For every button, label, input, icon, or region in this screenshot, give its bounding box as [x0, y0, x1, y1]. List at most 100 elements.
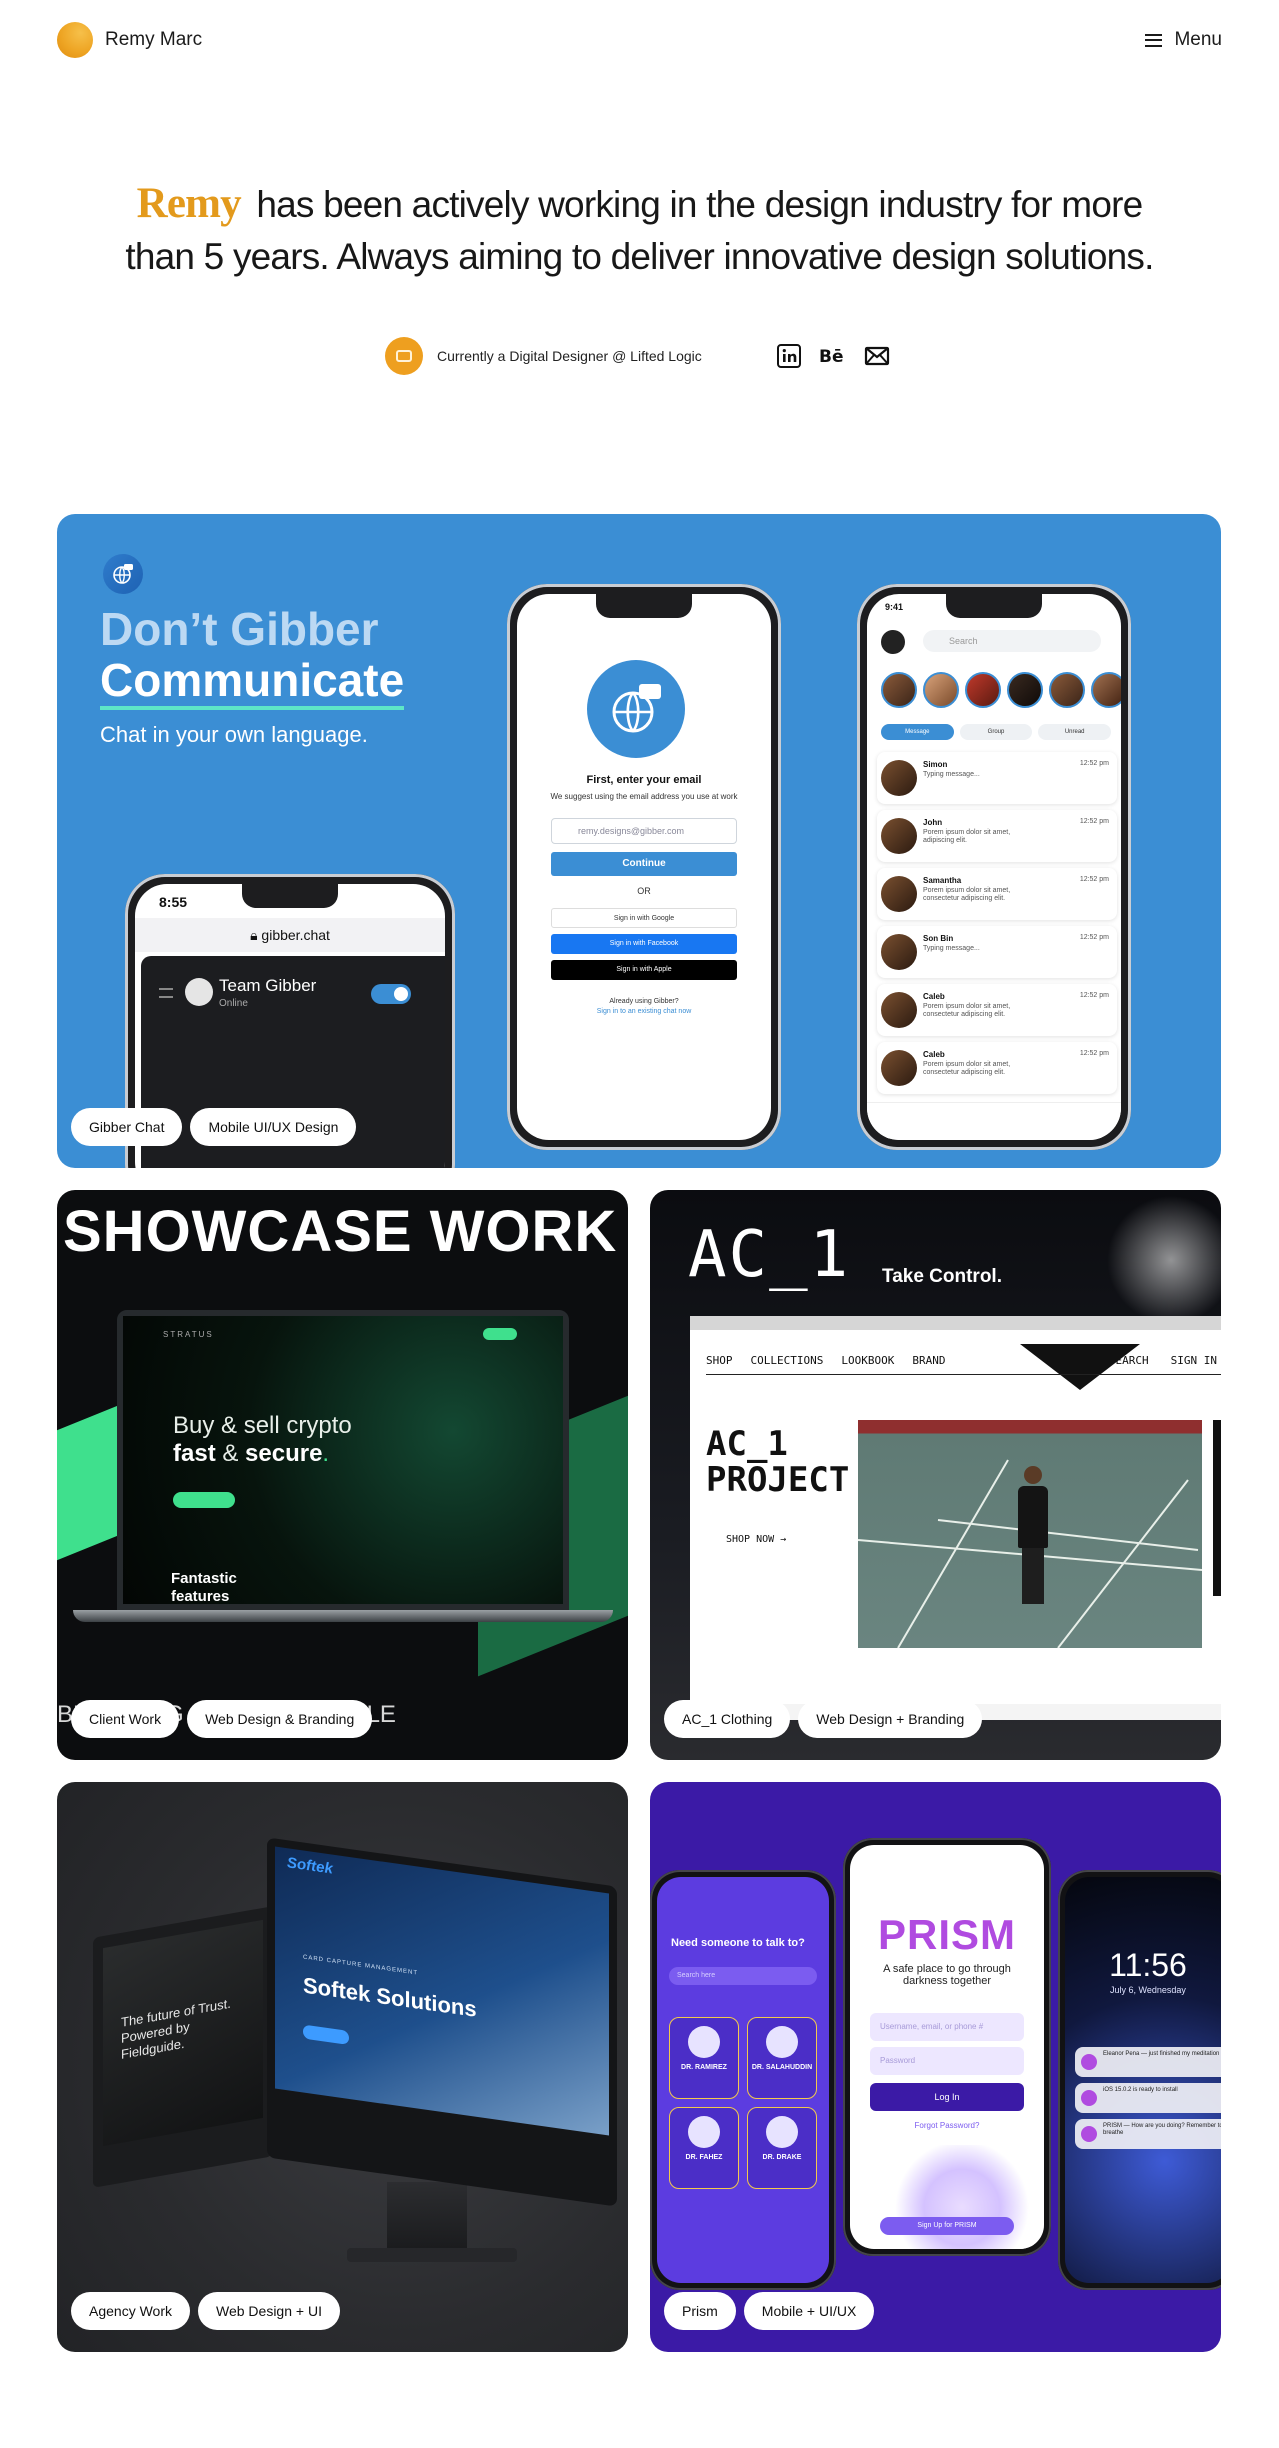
- prism-logo: PRISM: [877, 1911, 1016, 1958]
- tag-category[interactable]: Web Design + UI: [198, 2292, 340, 2330]
- project-card-softek[interactable]: The future of Trust. Powered by Fieldgui…: [57, 1782, 628, 2352]
- team-name: Team Gibber: [219, 976, 317, 995]
- monitor-right: Softek CARD CAPTURE MANAGEMENT Softek So…: [267, 1837, 617, 2207]
- nav-brand: BRAND: [912, 1354, 946, 1367]
- lock-date: July 6, Wednesday: [1110, 1985, 1186, 1995]
- project-tags: Agency Work Web Design + UI: [71, 2292, 340, 2330]
- tennis-court-photo: [858, 1420, 1202, 1648]
- brand-link[interactable]: Remy Marc: [57, 22, 202, 58]
- mail-icon[interactable]: [863, 342, 891, 370]
- current-role-text: Currently a Digital Designer @ Lifted Lo…: [437, 348, 702, 364]
- model-figure: [1018, 1466, 1048, 1606]
- team-toggle: [371, 984, 411, 1004]
- team-status: Online: [219, 998, 248, 1009]
- tag-category[interactable]: Mobile UI/UX Design: [190, 1108, 357, 1146]
- prism-signup-button: Sign Up for PRISM: [880, 2217, 1014, 2235]
- story-row: [881, 672, 1121, 708]
- chat-time: 12:52 pm: [1079, 760, 1109, 767]
- tag-category[interactable]: Web Design & Branding: [187, 1700, 373, 1738]
- softek-cta: [303, 2024, 349, 2045]
- linkedin-icon[interactable]: [775, 342, 803, 370]
- ac1-nav-mark: [1020, 1344, 1140, 1390]
- tag-client[interactable]: Client Work: [71, 1700, 180, 1738]
- tag-category[interactable]: Web Design + Branding: [798, 1700, 983, 1738]
- phone-mockup-doctors: Need someone to talk to? Search here DR.…: [650, 1870, 836, 2290]
- project-card-showcase[interactable]: SHOWCASE WORK STRATUS Buy & sell crypto f…: [57, 1190, 628, 1760]
- list-item: Caleb Porem ipsum dolor sit amet, consect…: [877, 984, 1117, 1036]
- chat-time: 12:52 pm: [1079, 876, 1109, 883]
- doctor-card: DR. RAMIREZ: [669, 2017, 739, 2099]
- status-time: 9:41: [885, 602, 904, 612]
- svg-text:Bē: Bē: [819, 347, 844, 367]
- notification: PRISM — How are you doing? Remember to b…: [1075, 2119, 1221, 2149]
- social-links: Bē: [775, 342, 891, 370]
- chat-message: Porem ipsum dolor sit amet, consectetur …: [923, 1061, 1011, 1076]
- tag-client[interactable]: AC_1 Clothing: [664, 1700, 791, 1738]
- behance-icon[interactable]: Bē: [819, 342, 847, 370]
- login-subtitle: We suggest using the email address you u…: [550, 792, 738, 801]
- chat-message: Typing message...: [923, 945, 980, 952]
- story-avatar: [1007, 672, 1043, 708]
- hero-highlight-name: Remy: [136, 180, 242, 227]
- softek-heading: Softek Solutions: [303, 1972, 477, 2022]
- laptop-features: Fantastic features: [171, 1570, 237, 1605]
- nav-collections: COLLECTIONS: [750, 1354, 824, 1367]
- gibber-title-line-1: Don’t Gibber: [100, 603, 379, 655]
- sign-in-facebook-button: Sign in with Facebook: [551, 934, 737, 954]
- project-tags: AC_1 Clothing Web Design + Branding: [664, 1700, 983, 1738]
- or-divider: OR: [637, 886, 651, 896]
- nav-shop: SHOP: [706, 1354, 733, 1367]
- menu-button[interactable]: Menu: [1145, 29, 1222, 51]
- laptop-nav-pill: [483, 1328, 517, 1340]
- story-avatar: [1091, 672, 1121, 708]
- chat-search-input: Search: [923, 630, 1101, 652]
- continue-button: Continue: [551, 852, 737, 876]
- list-item: John Porem ipsum dolor sit amet, adipisci…: [877, 810, 1117, 862]
- chat-name: John: [923, 818, 943, 827]
- doctor-name: DR. RAMIREZ: [681, 2064, 727, 2071]
- nav-sign-in: SIGN IN: [1170, 1354, 1217, 1367]
- project-card-ac1[interactable]: AC_1 Take Control. SHOP COLLECTIONS LOOKBO…: [650, 1190, 1221, 1760]
- notification: Eleanor Pena — just finished my meditati…: [1075, 2047, 1221, 2077]
- status-time: 8:55: [159, 894, 188, 910]
- laptop-heading-dot: .: [322, 1440, 330, 1467]
- laptop-cta: [173, 1492, 235, 1508]
- phone-mockup-prism-login: PRISM A safe place to go through darknes…: [843, 1838, 1051, 2256]
- tag-client[interactable]: Prism: [664, 2292, 736, 2330]
- phone-mockup-chat-list: 9:41 Search Message Group Unread Simon Ty…: [857, 584, 1131, 1150]
- chat-time: 12:52 pm: [1079, 992, 1109, 999]
- notification: iOS 15.0.2 is ready to install: [1075, 2083, 1221, 2113]
- tab-message: Message: [881, 724, 954, 740]
- logo-icon: [57, 22, 93, 58]
- laptop-heading-amp: &: [215, 1440, 246, 1467]
- tab-group: Group: [959, 724, 1033, 740]
- laptop-brand: STRATUS: [163, 1330, 214, 1339]
- brand-name: Remy Marc: [105, 29, 203, 50]
- chat-name: Caleb: [923, 1050, 945, 1059]
- laptop-heading: Buy & sell crypto fast & secure.: [173, 1412, 352, 1468]
- list-item: Caleb Porem ipsum dolor sit amet, consect…: [877, 1042, 1117, 1094]
- doctor-name: DR. DRAKE: [762, 2154, 802, 2161]
- prism-login-button: Log In: [870, 2083, 1024, 2111]
- project-card-gibber[interactable]: Don’t Gibber Communicate Chat in your ow…: [57, 514, 1221, 1168]
- tag-client[interactable]: Gibber Chat: [71, 1108, 183, 1146]
- doctor-card: DR. FAHEZ: [669, 2107, 739, 2189]
- laptop-heading-fast: fast: [173, 1440, 216, 1467]
- tag-category[interactable]: Mobile + UI/UX: [743, 2292, 875, 2330]
- doctors-heading: Need someone to talk to?: [671, 1937, 805, 1949]
- sign-in-google-button: Sign in with Google: [551, 908, 737, 928]
- tag-client[interactable]: Agency Work: [71, 2292, 190, 2330]
- list-item: Samantha Porem ipsum dolor sit amet, cons…: [877, 868, 1117, 920]
- monitor-stand-base: [347, 2248, 517, 2262]
- gibber-logo-icon: [587, 660, 685, 758]
- hero-line-1-text: has been actively working in the design …: [256, 184, 1143, 225]
- hero-line-1: Remy has been actively working in the de…: [0, 178, 1279, 231]
- laptop-heading-secure: secure: [245, 1440, 323, 1467]
- ac1-project-title: AC_1 PROJECT: [706, 1424, 850, 1500]
- story-avatar: [923, 672, 959, 708]
- doctor-card: DR. DRAKE: [747, 2107, 817, 2189]
- project-card-prism[interactable]: Need someone to talk to? Search here DR.…: [650, 1782, 1221, 2352]
- hero-line-2: than 5 years. Always aiming to deliver i…: [125, 236, 1154, 277]
- prism-username-field: Username, email, or phone #: [870, 2013, 1024, 2041]
- prism-forgot-link: Forgot Password?: [914, 2121, 980, 2130]
